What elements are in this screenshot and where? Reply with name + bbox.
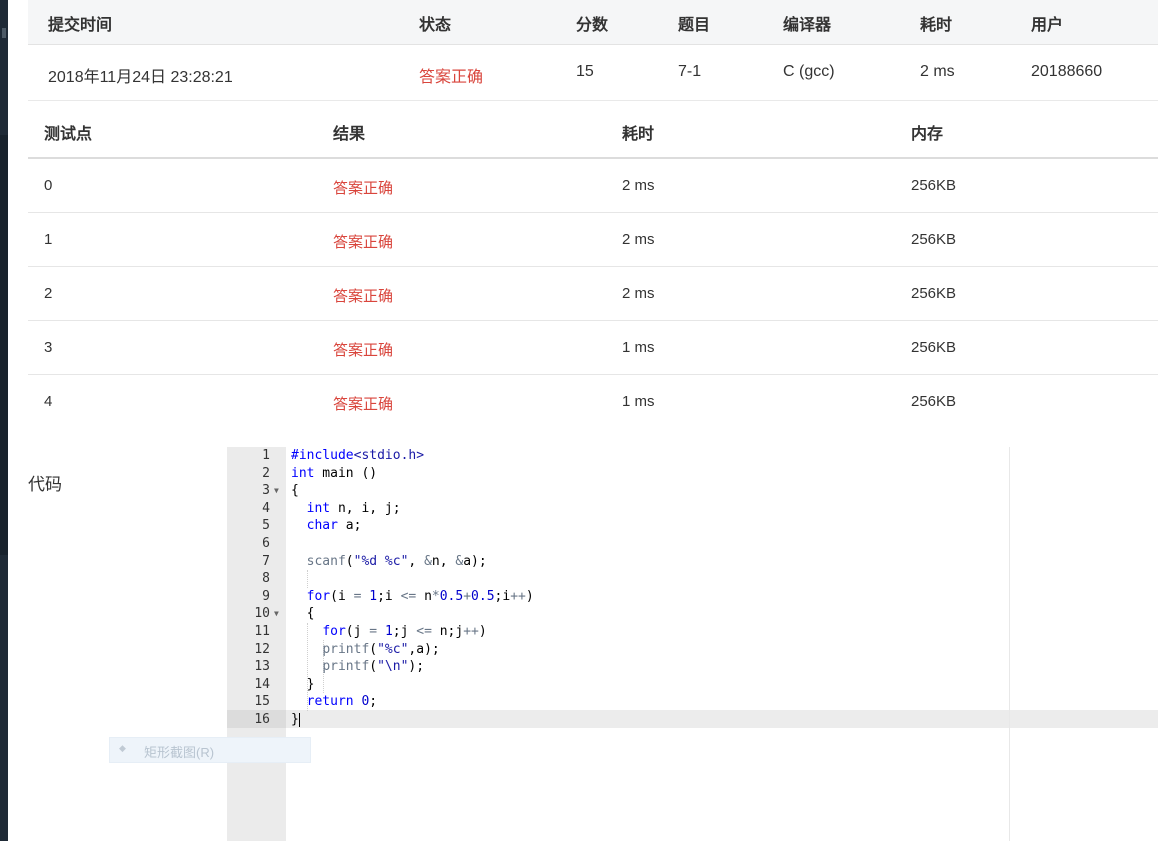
submission-row: 2018年11月24日 23:28:21 答案正确 15 7-1 C (gcc)… bbox=[28, 45, 1158, 101]
table-row: 3 答案正确 1 ms 256KB bbox=[28, 321, 1158, 375]
code-line-7: scanf("%d %c", &n, &a); bbox=[306, 553, 487, 569]
testcase-time: 2 ms bbox=[622, 285, 655, 302]
header-score: 分数 bbox=[576, 17, 609, 34]
code-line-1: #include<stdio.h> bbox=[291, 448, 425, 463]
testcase-result: 答案正确 bbox=[333, 342, 394, 359]
line-number: 4 bbox=[262, 500, 270, 516]
header-submit-time: 提交时间 bbox=[48, 17, 113, 34]
code-line-13: printf("\n"); bbox=[322, 659, 425, 675]
score: 15 bbox=[576, 63, 594, 80]
code-line-15: return 0; bbox=[306, 694, 378, 710]
code-line-11: for(j = 1;j <= n;j++) bbox=[322, 624, 487, 639]
line-number: 5 bbox=[262, 518, 270, 534]
line-gutter: 1 2 3 4 5 6 7 8 9 10 11 12 13 14 15 16 ▼ ▼ bbox=[227, 447, 286, 841]
active-line-highlight bbox=[286, 710, 1158, 728]
compiler: C (gcc) bbox=[783, 63, 835, 80]
line-number: 12 bbox=[254, 641, 270, 657]
testcase-header: 测试点 结果 耗时 内存 bbox=[28, 100, 1158, 159]
code-text-area[interactable]: #include<stdio.h> int main () { int n, i… bbox=[286, 447, 1158, 841]
time-cost: 2 ms bbox=[920, 63, 955, 80]
testcase-id: 1 bbox=[44, 231, 53, 248]
table-row: 0 答案正确 2 ms 256KB bbox=[28, 159, 1158, 213]
collapse-icon bbox=[2, 28, 6, 38]
line-number: 3 bbox=[262, 483, 270, 499]
left-sidebar-edge bbox=[0, 0, 8, 841]
testcase-result: 答案正确 bbox=[333, 234, 394, 251]
line-number: 10 bbox=[254, 606, 270, 622]
line-number: 13 bbox=[254, 659, 270, 675]
table-row: 2 答案正确 2 ms 256KB bbox=[28, 267, 1158, 321]
code-line-4: int n, i, j; bbox=[306, 500, 401, 516]
testcase-memory: 256KB bbox=[911, 339, 957, 356]
testcase-result: 答案正确 bbox=[333, 396, 394, 413]
fold-arrow-icon[interactable]: ▼ bbox=[274, 605, 279, 623]
testcase-time: 2 ms bbox=[622, 231, 655, 248]
code-line-16: } bbox=[291, 712, 300, 727]
testcase-id: 3 bbox=[44, 339, 53, 356]
testcase-time: 1 ms bbox=[622, 339, 655, 356]
header-result: 结果 bbox=[333, 126, 366, 143]
problem-link[interactable]: 7-1 bbox=[678, 63, 701, 81]
testcase-table: 测试点 结果 耗时 内存 0 答案正确 2 ms 256KB 1 答案正确 2 … bbox=[28, 100, 1158, 428]
code-line-9: for(i = 1;i <= n*0.5+0.5;i++) bbox=[306, 588, 534, 604]
testcase-memory: 256KB bbox=[911, 285, 957, 302]
line-number: 1 bbox=[262, 448, 270, 463]
header-memory: 内存 bbox=[911, 126, 944, 143]
testcase-memory: 256KB bbox=[911, 231, 957, 248]
fold-arrow-icon[interactable]: ▼ bbox=[274, 482, 279, 500]
line-number: 8 bbox=[262, 571, 270, 587]
status-badge: 答案正确 bbox=[419, 69, 484, 86]
line-number: 11 bbox=[254, 624, 270, 639]
submission-header: 提交时间 状态 分数 题目 编译器 耗时 用户 bbox=[28, 0, 1158, 45]
indent-guide bbox=[307, 570, 308, 588]
context-menu-item[interactable]: ◆ 矩形截图(R) bbox=[109, 737, 311, 763]
text-cursor bbox=[298, 712, 300, 727]
sidebar-shade bbox=[0, 135, 8, 555]
code-line-10: { bbox=[291, 606, 315, 622]
print-margin bbox=[1009, 447, 1010, 841]
testcase-id: 4 bbox=[44, 393, 53, 410]
code-line-12: printf("%c",a); bbox=[322, 641, 440, 657]
line-number: 16 bbox=[254, 712, 270, 727]
header-time-cost: 耗时 bbox=[920, 17, 953, 34]
context-menu-label: 矩形截图(R) bbox=[144, 745, 215, 760]
table-row: 1 答案正确 2 ms 256KB bbox=[28, 213, 1158, 267]
submit-time: 2018年11月24日 23:28:21 bbox=[48, 69, 233, 86]
header-cost: 耗时 bbox=[622, 126, 655, 143]
line-number: 9 bbox=[262, 588, 270, 604]
table-row: 4 答案正确 1 ms 256KB bbox=[28, 375, 1158, 428]
code-label: 代码 bbox=[28, 475, 62, 494]
header-status: 状态 bbox=[419, 17, 452, 34]
line-number: 7 bbox=[262, 553, 270, 569]
line-number: 6 bbox=[262, 536, 270, 551]
header-compiler: 编译器 bbox=[783, 17, 832, 34]
testcase-memory: 256KB bbox=[911, 393, 957, 410]
code-line-14: } bbox=[291, 676, 315, 692]
header-problem: 题目 bbox=[678, 17, 711, 34]
line-number: 15 bbox=[254, 694, 270, 710]
code-line-5: char a; bbox=[306, 518, 362, 534]
testcase-memory: 256KB bbox=[911, 177, 957, 194]
line-number: 2 bbox=[262, 465, 270, 481]
submission-table: 提交时间 状态 分数 题目 编译器 耗时 用户 2018年11月24日 23:2… bbox=[28, 0, 1158, 101]
code-line-3: { bbox=[291, 483, 299, 499]
menu-bullet-icon: ◆ bbox=[119, 743, 126, 753]
header-testcase: 测试点 bbox=[44, 126, 93, 143]
testcase-result: 答案正确 bbox=[333, 288, 394, 305]
code-editor[interactable]: 1 2 3 4 5 6 7 8 9 10 11 12 13 14 15 16 ▼ ▼ #include<std… bbox=[227, 447, 1158, 841]
testcase-id: 2 bbox=[44, 285, 53, 302]
testcase-time: 1 ms bbox=[622, 393, 655, 410]
testcase-result: 答案正确 bbox=[333, 180, 394, 197]
code-line-2: int main () bbox=[291, 465, 378, 481]
testcase-time: 2 ms bbox=[622, 177, 655, 194]
testcase-id: 0 bbox=[44, 177, 53, 194]
line-number: 14 bbox=[254, 676, 270, 692]
header-user: 用户 bbox=[1031, 17, 1064, 34]
user-link[interactable]: 20188660 bbox=[1031, 63, 1102, 81]
